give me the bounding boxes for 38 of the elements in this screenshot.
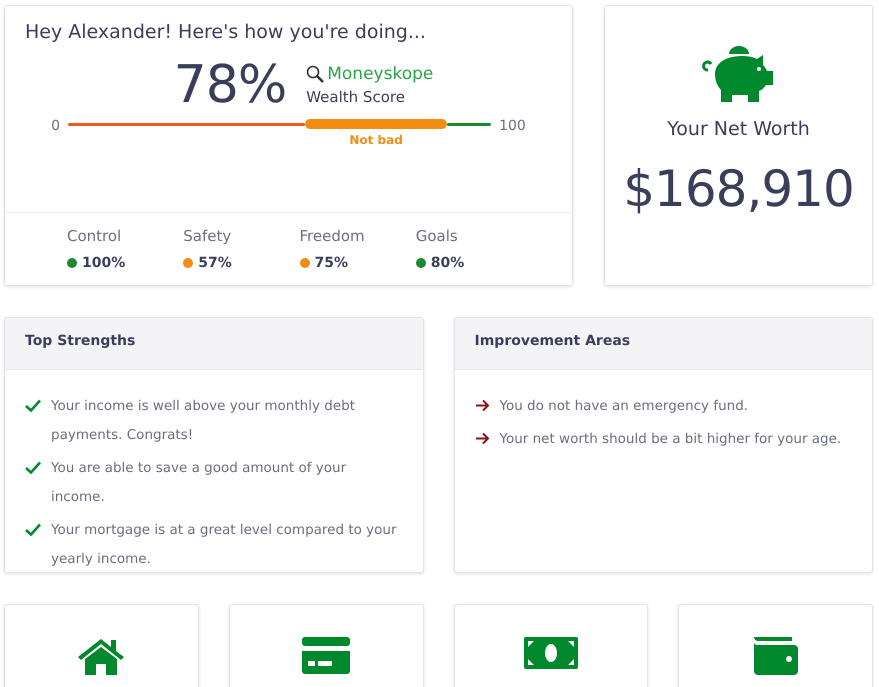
scale-min: 0 [51, 119, 60, 133]
insight-text: Your income is well above your monthly debt payments. Congrats! [51, 397, 356, 445]
metric-name: Control [67, 227, 122, 245]
metric-name: Freedom [300, 227, 366, 245]
insight-text: Your net worth should be a bit higher for your age. [500, 430, 842, 449]
category-tile[interactable] [678, 604, 873, 687]
metric-name: Safety [183, 227, 232, 245]
magnifier-icon [306, 65, 324, 83]
check-icon [25, 399, 41, 412]
arrow-icon [474, 432, 490, 445]
net-worth-value: $168,910 [623, 160, 854, 218]
insight-text: Your mortgage is at a great level compared to your yearly income. [51, 521, 398, 569]
net-worth-label: Your Net Worth [667, 118, 810, 140]
metric-value: 57% [198, 255, 232, 271]
check-icon [25, 461, 41, 474]
metric-value: 75% [314, 255, 348, 271]
panel-title: Improvement Areas [454, 318, 872, 370]
metric-name: Goals [416, 227, 459, 245]
arrow-icon [474, 399, 490, 412]
scale-max: 100 [499, 119, 526, 133]
check-icon [25, 523, 41, 536]
category-tile[interactable] [228, 604, 424, 687]
rating-label: Not bad [349, 133, 403, 147]
credit-card-icon [302, 637, 350, 674]
score-value: 78% [174, 59, 286, 111]
banknote-icon [524, 637, 578, 669]
insight-text: You do not have an emergency fund. [500, 397, 748, 416]
metric-value: 100% [82, 255, 126, 271]
category-tile[interactable] [4, 604, 199, 687]
category-tile[interactable] [454, 604, 648, 687]
panel-title: Top Strengths [5, 318, 422, 370]
insight-text: You are able to save a good amount of your income. [51, 459, 348, 507]
score-subtitle: Wealth Score [306, 88, 406, 106]
wallet-icon [754, 637, 798, 675]
house-icon [77, 637, 126, 675]
metric-value: 80% [430, 255, 464, 271]
brand-name: Moneyskope [327, 64, 434, 84]
greeting-title: Hey Alexander! Here's how you're doing... [24, 20, 427, 43]
